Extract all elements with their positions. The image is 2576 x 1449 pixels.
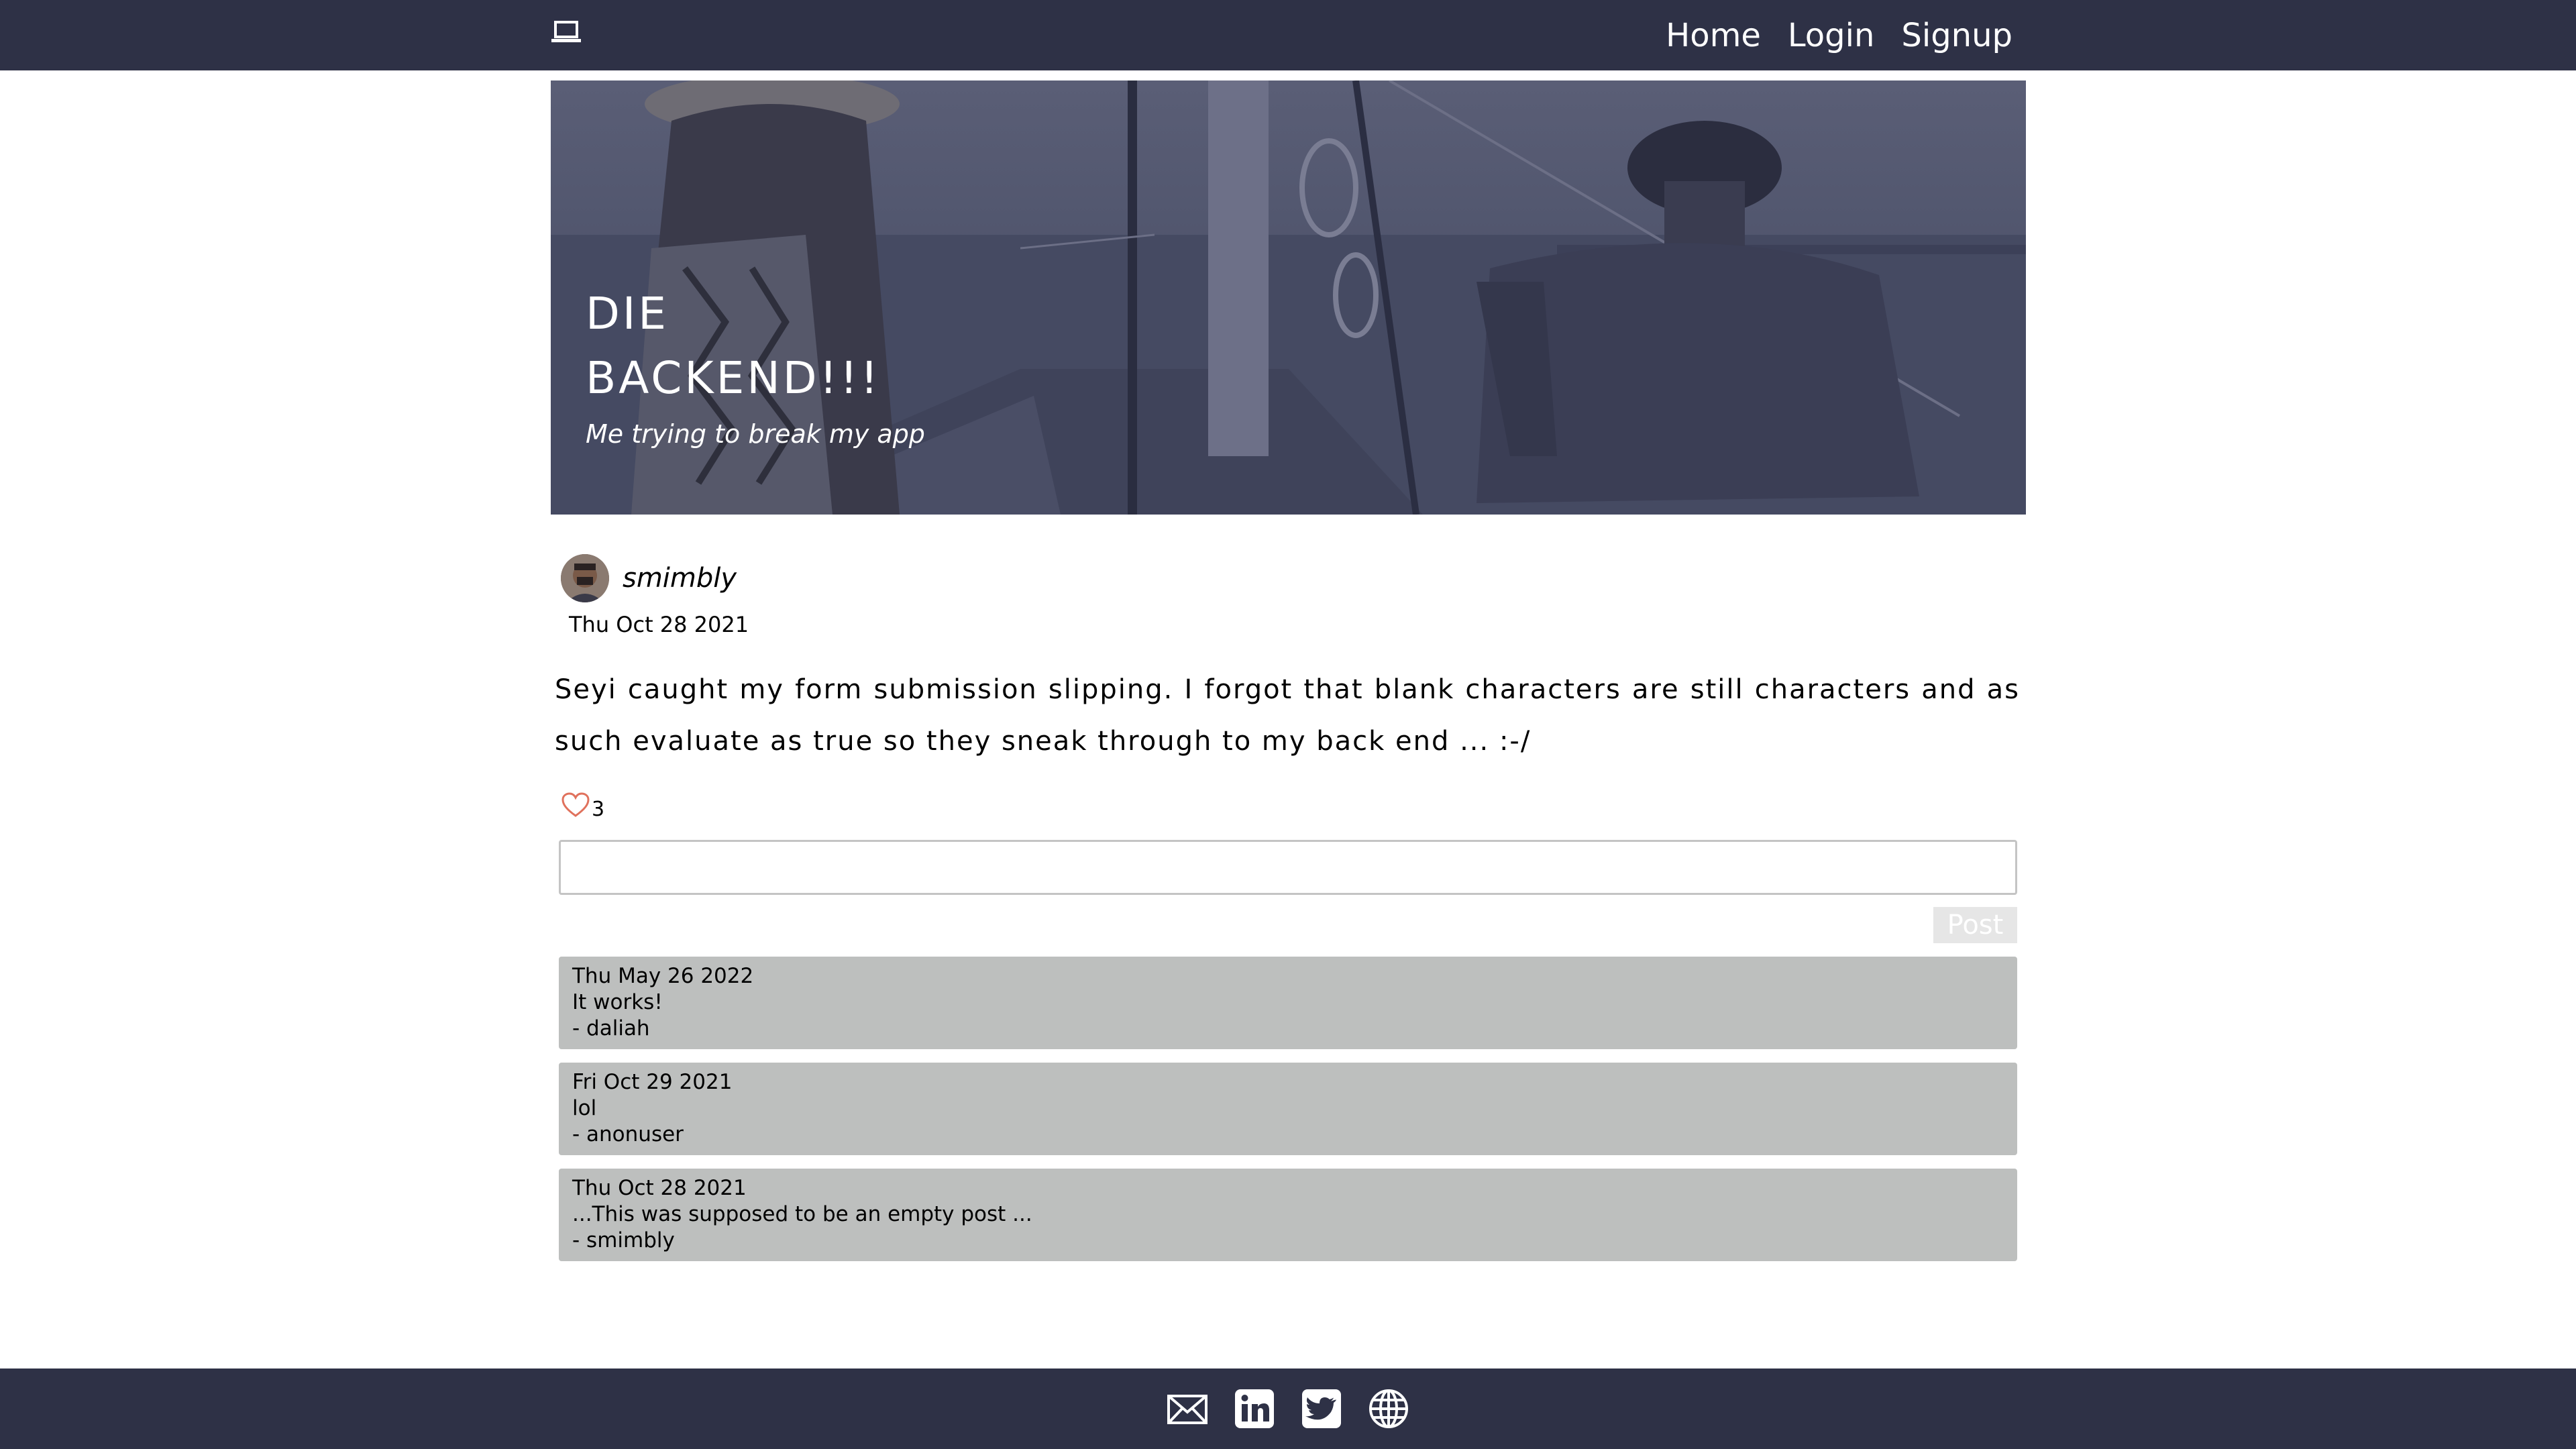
hero-subtitle: Me trying to break my app (586, 419, 925, 449)
comment-text: lol (572, 1096, 597, 1120)
comment-date: Thu May 26 2022 (572, 964, 754, 988)
heart-icon[interactable] (561, 792, 590, 818)
comment-text: It works! (572, 990, 663, 1014)
nav-home-link[interactable]: Home (1666, 17, 1761, 54)
laptop-icon[interactable] (551, 20, 581, 44)
post-comment-button[interactable]: Post (1933, 907, 2017, 943)
post-body: Seyi caught my form submission slipping.… (555, 674, 2020, 757)
comment-item: Thu Oct 28 2021 ...This was supposed to … (559, 1169, 2017, 1261)
comment-text: ...This was supposed to be an empty post… (572, 1202, 1032, 1226)
comment-item: Fri Oct 29 2021 lol - anonuser (559, 1063, 2017, 1155)
avatar[interactable] (561, 554, 609, 602)
like-count: 3 (592, 798, 605, 821)
globe-icon[interactable] (1368, 1388, 1409, 1430)
post-author-row: smimbly (561, 554, 737, 602)
like-row: 3 (561, 792, 605, 821)
nav-signup-link[interactable]: Signup (1901, 17, 2012, 54)
comment-input[interactable] (559, 840, 2017, 895)
comment-date: Fri Oct 29 2021 (572, 1070, 733, 1094)
comment-list: Thu May 26 2022 It works! - daliah Fri O… (559, 957, 2017, 1275)
footer (0, 1368, 2576, 1449)
linkedin-icon[interactable] (1234, 1388, 1275, 1430)
comment-author: - daliah (572, 1016, 650, 1040)
comment-item: Thu May 26 2022 It works! - daliah (559, 957, 2017, 1049)
hero-title: DIE BACKEND!!! (586, 288, 881, 404)
comment-author: - anonuser (572, 1122, 684, 1146)
comment-author: - smimbly (572, 1228, 675, 1252)
nav-links: Home Login Signup (1666, 0, 2012, 70)
hero-banner: DIE BACKEND!!! Me trying to break my app (551, 80, 2026, 515)
twitter-icon[interactable] (1301, 1388, 1342, 1430)
post-author-name[interactable]: smimbly (623, 563, 737, 594)
top-navbar: Home Login Signup (0, 0, 2576, 70)
comment-date: Thu Oct 28 2021 (572, 1176, 747, 1200)
nav-login-link[interactable]: Login (1788, 17, 1875, 54)
post-date: Thu Oct 28 2021 (569, 612, 749, 637)
mail-icon[interactable] (1167, 1388, 1208, 1430)
